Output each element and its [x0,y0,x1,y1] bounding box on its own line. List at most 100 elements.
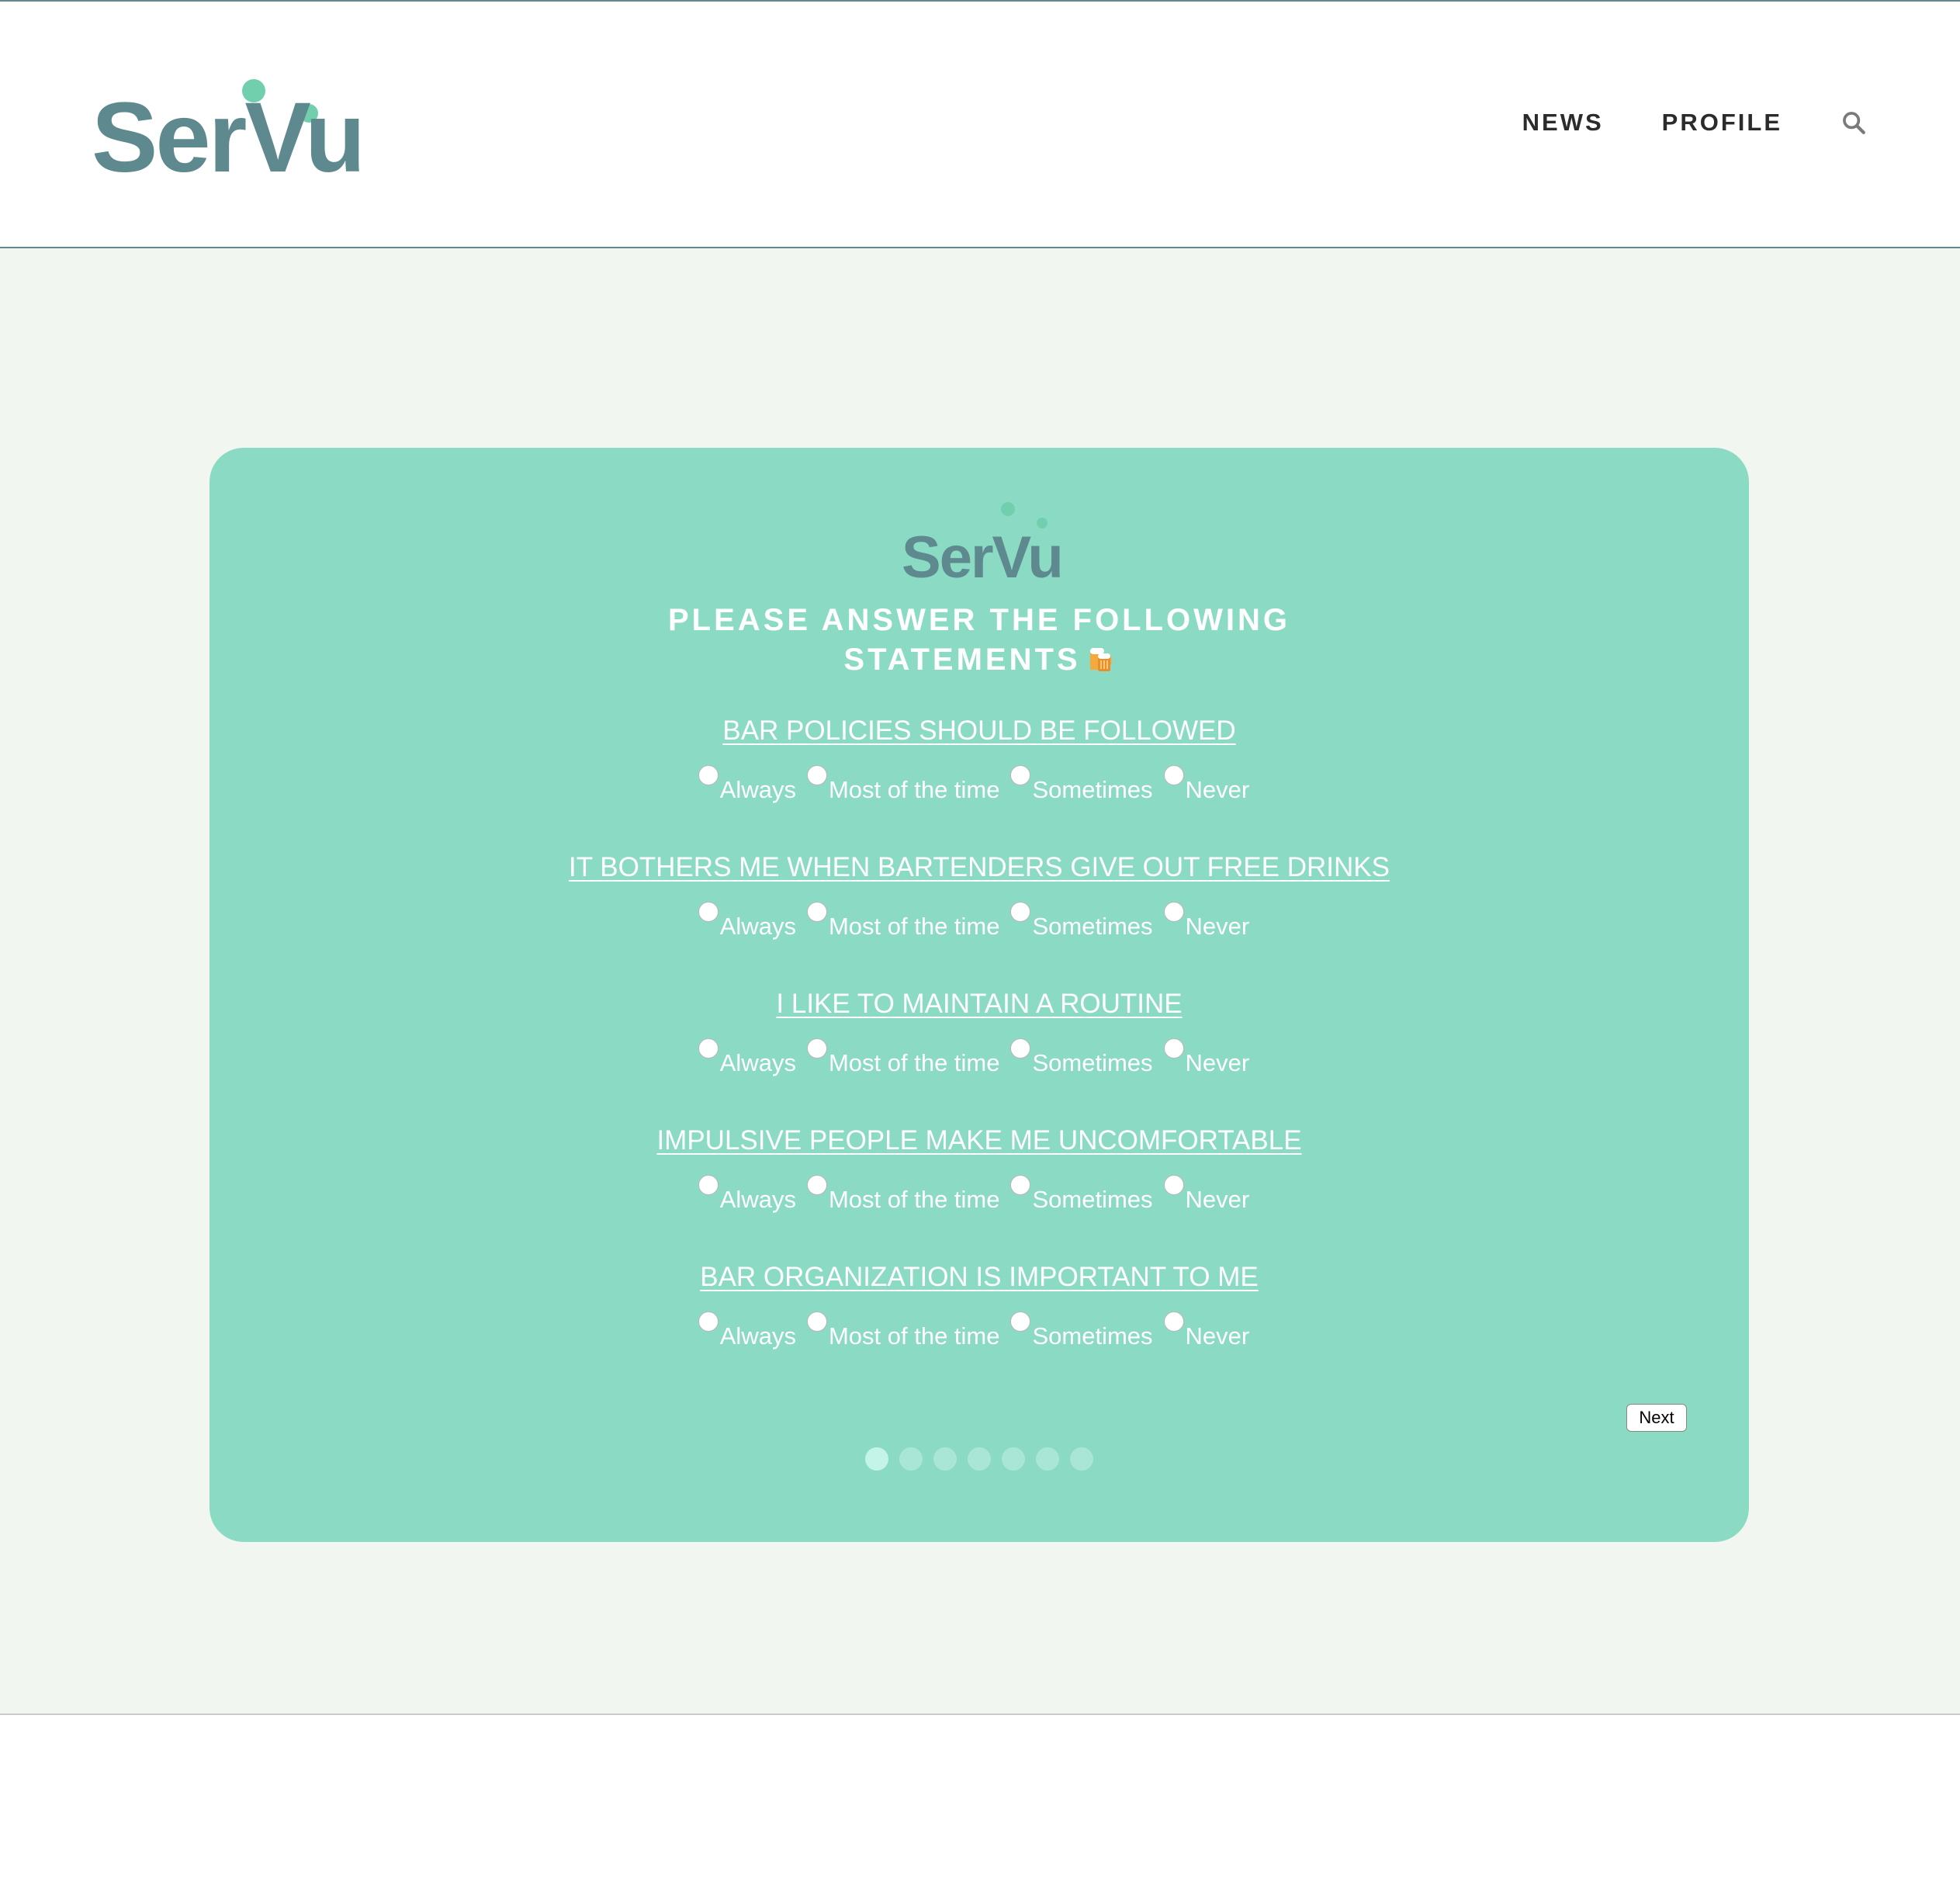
option-sometimes[interactable]: Sometimes [1010,765,1163,804]
servu-logo[interactable]: SerVu [92,71,365,188]
option-label: Sometimes [1032,913,1153,940]
site-footer [0,1715,1960,1878]
page-dot-7[interactable] [1070,1447,1093,1471]
option-label: Always [719,1322,796,1350]
option-most-of-the-time[interactable]: Most of the time [806,1038,1011,1077]
option-sometimes[interactable]: Sometimes [1010,902,1163,941]
radio-button[interactable] [806,902,827,922]
survey-title: PLEASE ANSWER THE FOLLOWING STATEMENTS [210,601,1749,680]
radio-button[interactable] [1163,1311,1184,1332]
option-never[interactable]: Never [1163,765,1261,804]
page-dot-5[interactable] [1002,1447,1025,1471]
radio-button[interactable] [1010,765,1031,785]
option-label: Always [719,913,796,940]
option-never[interactable]: Never [1163,1311,1261,1350]
option-label: Always [719,1186,796,1213]
option-always[interactable]: Always [698,902,807,941]
radio-button[interactable] [806,1175,827,1195]
radio-button[interactable] [1163,902,1184,922]
option-label: Never [1185,1322,1250,1350]
logo-text: SerVu [92,82,365,193]
nav-link-profile[interactable]: PROFILE [1662,109,1782,137]
search-icon[interactable] [1841,109,1867,136]
radio-button[interactable] [698,1038,719,1059]
beer-mugs-icon [1089,648,1112,671]
question-text: IMPULSIVE PEOPLE MAKE ME UNCOMFORTABLE [656,1125,1302,1156]
radio-button[interactable] [1010,1311,1031,1332]
nav-link-news[interactable]: NEWS [1522,109,1604,137]
option-never[interactable]: Never [1163,902,1261,941]
option-sometimes[interactable]: Sometimes [1010,1311,1163,1350]
option-label: Most of the time [828,913,1000,940]
survey-title-line-1: PLEASE ANSWER THE FOLLOWING [667,603,1291,637]
option-always[interactable]: Always [698,1038,807,1077]
option-never[interactable]: Never [1163,1038,1261,1077]
question-text: BAR POLICIES SHOULD BE FOLLOWED [722,716,1236,746]
answer-options: Always Most of the time Sometimes Never [210,1038,1749,1077]
question-text: BAR ORGANIZATION IS IMPORTANT TO ME [700,1262,1259,1292]
radio-button[interactable] [698,902,719,922]
option-label: Sometimes [1032,1322,1153,1350]
radio-button[interactable] [1010,1038,1031,1059]
survey-title-line-2: STATEMENTS [210,640,1749,680]
option-label: Never [1185,913,1250,940]
radio-button[interactable] [1163,765,1184,785]
option-label: Sometimes [1032,1049,1153,1076]
main-content: SerVu PLEASE ANSWER THE FOLLOWING STATEM… [0,248,1960,1715]
answer-options: Always Most of the time Sometimes Never [210,1175,1749,1214]
logo-text: SerVu [902,525,1064,591]
option-most-of-the-time[interactable]: Most of the time [806,902,1011,941]
page-dot-3[interactable] [933,1447,957,1471]
radio-button[interactable] [698,1311,719,1332]
option-label: Always [719,1049,796,1076]
radio-button[interactable] [698,765,719,785]
radio-button[interactable] [698,1175,719,1195]
page: SerVu NEWS PROFILE SerVu PLEASE ANSWER T… [0,0,1960,1878]
radio-button[interactable] [1163,1175,1184,1195]
option-most-of-the-time[interactable]: Most of the time [806,1311,1011,1350]
next-button[interactable]: Next [1626,1404,1687,1432]
question-text: I LIKE TO MAINTAIN A ROUTINE [776,989,1183,1019]
option-label: Never [1185,1186,1250,1213]
answer-options: Always Most of the time Sometimes Never [210,765,1749,804]
option-always[interactable]: Always [698,1311,807,1350]
option-label: Sometimes [1032,776,1153,803]
radio-button[interactable] [806,1311,827,1332]
option-label: Never [1185,776,1250,803]
survey-title-line-2-text: STATEMENTS [843,643,1081,677]
page-dot-1[interactable] [865,1447,888,1471]
option-sometimes[interactable]: Sometimes [1010,1175,1163,1214]
page-dot-6[interactable] [1036,1447,1059,1471]
question-text: IT BOTHERS ME WHEN BARTENDERS GIVE OUT F… [569,852,1390,882]
option-label: Most of the time [828,1049,1000,1076]
option-always[interactable]: Always [698,765,807,804]
logo-dot [1001,502,1015,516]
page-dot-4[interactable] [968,1447,991,1471]
radio-button[interactable] [806,1038,827,1059]
radio-button[interactable] [1010,1175,1031,1195]
radio-button[interactable] [806,765,827,785]
option-label: Most of the time [828,776,1000,803]
question-4: IMPULSIVE PEOPLE MAKE ME UNCOMFORTABLE A… [210,1125,1749,1214]
option-label: Sometimes [1032,1186,1153,1213]
option-sometimes[interactable]: Sometimes [1010,1038,1163,1077]
option-never[interactable]: Never [1163,1175,1261,1214]
radio-button[interactable] [1163,1038,1184,1059]
question-1: BAR POLICIES SHOULD BE FOLLOWED Always M… [210,716,1749,804]
answer-options: Always Most of the time Sometimes Never [210,1311,1749,1350]
page-indicator [210,1447,1749,1471]
option-always[interactable]: Always [698,1175,807,1214]
option-label: Never [1185,1049,1250,1076]
survey-logo: SerVu [902,502,1072,587]
radio-button[interactable] [1010,902,1031,922]
option-label: Most of the time [828,1186,1000,1213]
question-2: IT BOTHERS ME WHEN BARTENDERS GIVE OUT F… [210,852,1749,941]
question-5: BAR ORGANIZATION IS IMPORTANT TO ME Alwa… [210,1262,1749,1350]
page-dot-2[interactable] [899,1447,923,1471]
main-nav: NEWS PROFILE [1464,109,1867,137]
answer-options: Always Most of the time Sometimes Never [210,902,1749,941]
option-most-of-the-time[interactable]: Most of the time [806,765,1011,804]
option-most-of-the-time[interactable]: Most of the time [806,1175,1011,1214]
option-label: Most of the time [828,1322,1000,1350]
site-header: SerVu NEWS PROFILE [0,2,1960,248]
